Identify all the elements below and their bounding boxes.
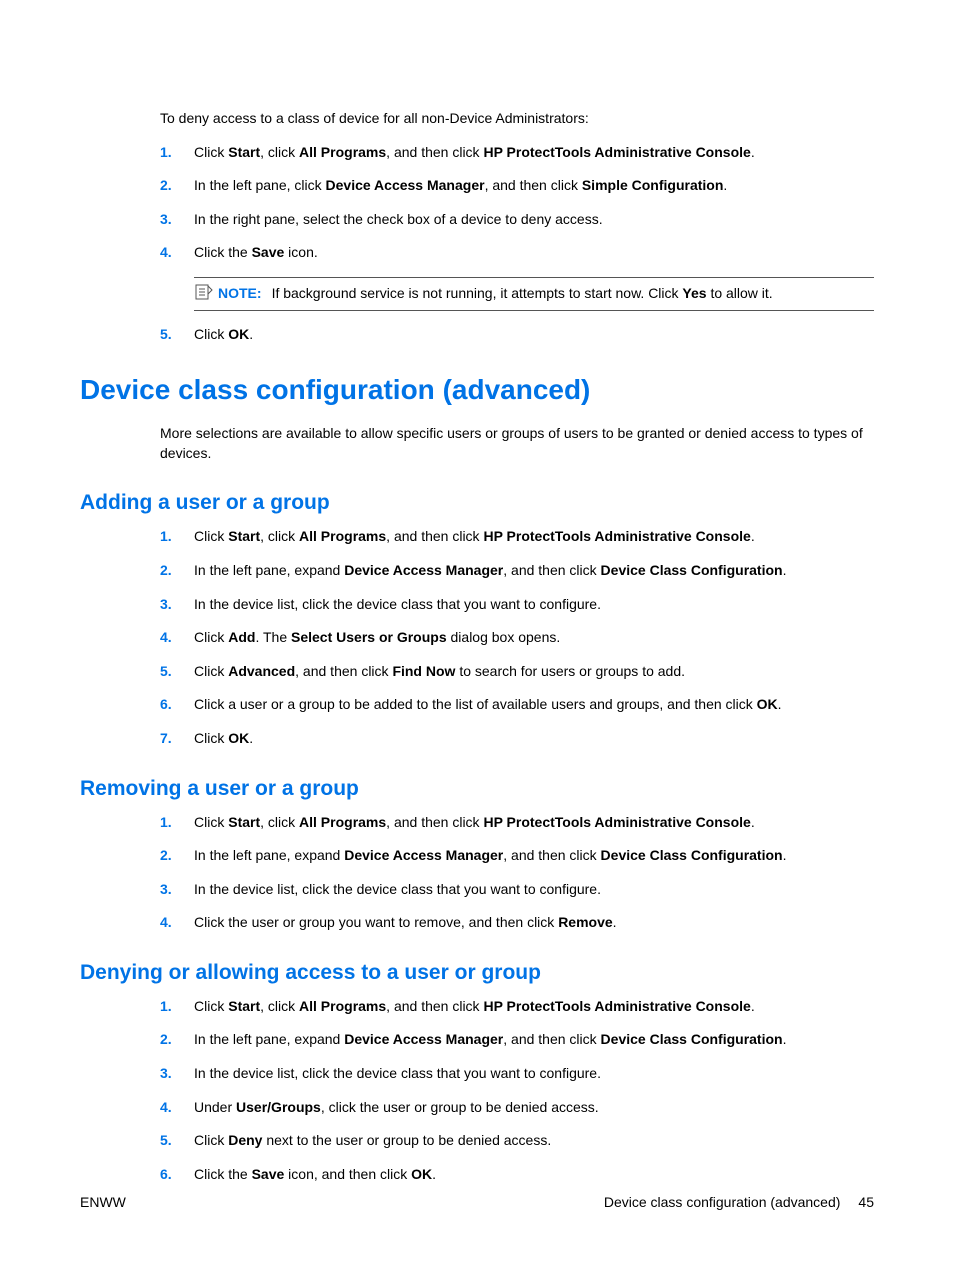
list-item: 1.Click Start, click All Programs, and t… <box>160 997 874 1017</box>
list-item: 4.Under User/Groups, click the user or g… <box>160 1098 874 1118</box>
step-text: Click the Save icon, and then click OK. <box>194 1165 874 1185</box>
list-item: 2. In the left pane, click Device Access… <box>160 176 874 196</box>
step-number: 5. <box>160 1131 194 1151</box>
step-text: In the left pane, expand Device Access M… <box>194 561 874 581</box>
list-item: 5. Click OK. <box>160 325 874 345</box>
list-item: 5.Click Advanced, and then click Find No… <box>160 662 874 682</box>
steps-list-removing: 1.Click Start, click All Programs, and t… <box>160 813 874 933</box>
list-item: 2.In the left pane, expand Device Access… <box>160 846 874 866</box>
list-item: 1.Click Start, click All Programs, and t… <box>160 813 874 833</box>
step-number: 1. <box>160 813 194 833</box>
list-item: 3.In the device list, click the device c… <box>160 595 874 615</box>
step-number: 2. <box>160 1030 194 1050</box>
list-item: 3.In the device list, click the device c… <box>160 880 874 900</box>
step-number: 4. <box>160 628 194 648</box>
step-text: In the left pane, expand Device Access M… <box>194 1030 874 1050</box>
step-text: Click Deny next to the user or group to … <box>194 1131 874 1151</box>
step-text: Click Advanced, and then click Find Now … <box>194 662 874 682</box>
list-item: 6.Click a user or a group to be added to… <box>160 695 874 715</box>
step-number: 5. <box>160 325 194 345</box>
step-number: 1. <box>160 527 194 547</box>
content-block: 1.Click Start, click All Programs, and t… <box>160 997 874 1185</box>
page-footer: ENWW Device class configuration (advance… <box>80 1194 874 1210</box>
step-number: 2. <box>160 176 194 196</box>
sub-heading-adding: Adding a user or a group <box>80 491 874 515</box>
content-block: 1.Click Start, click All Programs, and t… <box>160 813 874 933</box>
step-number: 5. <box>160 662 194 682</box>
step-number: 2. <box>160 561 194 581</box>
step-text: In the device list, click the device cla… <box>194 595 874 615</box>
section-intro: More selections are available to allow s… <box>160 424 874 463</box>
step-number: 4. <box>160 243 194 263</box>
step-number: 3. <box>160 595 194 615</box>
list-item: 3. In the right pane, select the check b… <box>160 210 874 230</box>
list-item: 4.Click the user or group you want to re… <box>160 913 874 933</box>
step-text: Click a user or a group to be added to t… <box>194 695 874 715</box>
note-icon <box>194 284 214 300</box>
step-text: In the left pane, click Device Access Ma… <box>194 176 874 196</box>
step-text: Click Start, click All Programs, and the… <box>194 527 874 547</box>
step-number: 3. <box>160 1064 194 1084</box>
list-item: 1.Click Start, click All Programs, and t… <box>160 527 874 547</box>
footer-right: Device class configuration (advanced) 45 <box>604 1194 874 1210</box>
list-item: 6.Click the Save icon, and then click OK… <box>160 1165 874 1185</box>
step-number: 2. <box>160 846 194 866</box>
list-item: 4. Click the Save icon. <box>160 243 874 263</box>
list-item: 1. Click Start, click All Programs, and … <box>160 143 874 163</box>
sub-heading-removing: Removing a user or a group <box>80 777 874 801</box>
footer-left: ENWW <box>80 1194 126 1210</box>
section-heading: Device class configuration (advanced) <box>80 374 874 406</box>
step-text: Click the Save icon. <box>194 243 874 263</box>
note-callout: NOTE:If background service is not runnin… <box>194 277 874 311</box>
steps-list-denying: 1.Click Start, click All Programs, and t… <box>160 997 874 1185</box>
list-item: 2.In the left pane, expand Device Access… <box>160 1030 874 1050</box>
step-text: Under User/Groups, click the user or gro… <box>194 1098 874 1118</box>
step-text: Click Start, click All Programs, and the… <box>194 143 874 163</box>
list-item: 3.In the device list, click the device c… <box>160 1064 874 1084</box>
step-number: 3. <box>160 880 194 900</box>
step-number: 6. <box>160 695 194 715</box>
steps-list-deny-cont: 5. Click OK. <box>160 325 874 345</box>
list-item: 4.Click Add. The Select Users or Groups … <box>160 628 874 648</box>
intro-text: To deny access to a class of device for … <box>160 109 874 129</box>
list-item: 5.Click Deny next to the user or group t… <box>160 1131 874 1151</box>
step-number: 7. <box>160 729 194 749</box>
step-number: 1. <box>160 997 194 1017</box>
step-text: Click OK. <box>194 325 874 345</box>
step-number: 4. <box>160 1098 194 1118</box>
steps-list-adding: 1.Click Start, click All Programs, and t… <box>160 527 874 748</box>
step-number: 6. <box>160 1165 194 1185</box>
step-text: In the device list, click the device cla… <box>194 880 874 900</box>
footer-section-title: Device class configuration (advanced) <box>604 1194 841 1210</box>
content-block: 1.Click Start, click All Programs, and t… <box>160 527 874 748</box>
step-text: Click OK. <box>194 729 874 749</box>
step-text: Click Add. The Select Users or Groups di… <box>194 628 874 648</box>
steps-list-deny: 1. Click Start, click All Programs, and … <box>160 143 874 263</box>
step-text: Click Start, click All Programs, and the… <box>194 813 874 833</box>
step-text: In the device list, click the device cla… <box>194 1064 874 1084</box>
note-label: NOTE: <box>218 285 262 301</box>
content-block: More selections are available to allow s… <box>160 424 874 463</box>
document-page: To deny access to a class of device for … <box>0 0 954 1270</box>
step-text: Click the user or group you want to remo… <box>194 913 874 933</box>
content-block: To deny access to a class of device for … <box>160 109 874 344</box>
step-text: In the right pane, select the check box … <box>194 210 874 230</box>
step-text: Click Start, click All Programs, and the… <box>194 997 874 1017</box>
step-number: 3. <box>160 210 194 230</box>
list-item: 2.In the left pane, expand Device Access… <box>160 561 874 581</box>
list-item: 7.Click OK. <box>160 729 874 749</box>
step-text: In the left pane, expand Device Access M… <box>194 846 874 866</box>
step-number: 1. <box>160 143 194 163</box>
step-number: 4. <box>160 913 194 933</box>
note-body: NOTE:If background service is not runnin… <box>218 284 773 304</box>
sub-heading-denying: Denying or allowing access to a user or … <box>80 961 874 985</box>
page-number: 45 <box>858 1194 874 1210</box>
